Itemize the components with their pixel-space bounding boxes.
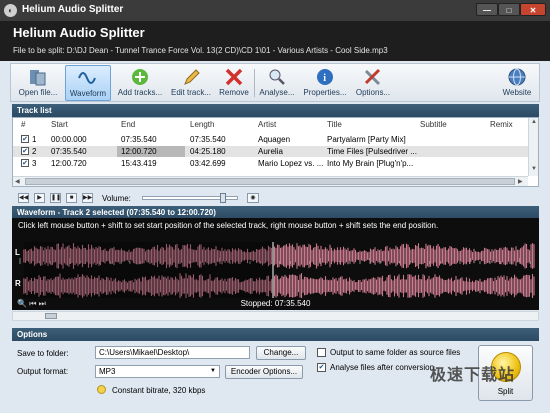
title-bar: ◐ Helium Audio Splitter — □ ✕: [0, 0, 550, 21]
waveform-graph[interactable]: [12, 242, 539, 298]
toolbar: Open file... Waveform Add tracks... Edit…: [10, 63, 540, 102]
unselected-region: [24, 242, 273, 298]
waveform-scrollbar[interactable]: [12, 311, 539, 321]
app-title: Helium Audio Splitter: [13, 25, 145, 40]
website-button[interactable]: Website: [499, 65, 535, 101]
row-checkbox[interactable]: ✔: [21, 147, 29, 155]
file-path: File to be split: D:\DJ Dean - Tunnel Tr…: [13, 46, 388, 55]
watermark-logo: 极速下载站: [430, 365, 516, 384]
player-controls: ◀◀ ▶ ❚❚ ■ ▶▶ Volume: ◉: [12, 191, 539, 205]
edit-track-button[interactable]: Edit track...: [168, 65, 214, 101]
stop-button[interactable]: ■: [66, 193, 77, 203]
window-title: Helium Audio Splitter: [22, 4, 124, 15]
column-header[interactable]: Subtitle: [420, 120, 447, 129]
output-format-select[interactable]: MP3 ▼: [95, 365, 220, 378]
column-header[interactable]: Start: [51, 120, 68, 129]
scroll-up-icon[interactable]: ▲: [531, 119, 537, 125]
remove-button[interactable]: Remove: [217, 65, 251, 101]
scroll-right-icon[interactable]: ▶: [518, 178, 523, 185]
waveform-view[interactable]: Click left mouse button + shift to set s…: [12, 218, 539, 310]
volume-label: Volume:: [102, 194, 131, 203]
scroll-left-icon[interactable]: ◀: [15, 178, 20, 185]
chevron-down-icon[interactable]: ▼: [210, 366, 216, 377]
column-header[interactable]: Artist: [258, 120, 276, 129]
column-header[interactable]: Remix: [490, 120, 513, 129]
toolbar-separator: [254, 69, 255, 97]
pencil-icon: [180, 67, 202, 87]
volume-slider-thumb[interactable]: [220, 193, 227, 203]
same-folder-label[interactable]: Output to same folder as source files: [330, 348, 460, 357]
analyse-button[interactable]: Analyse...: [257, 65, 297, 101]
waveform-hint: Click left mouse button + shift to set s…: [18, 221, 439, 230]
info-icon: i: [314, 67, 336, 87]
play-button[interactable]: ▶: [34, 193, 45, 203]
remove-icon: [223, 67, 245, 87]
tracklist-vertical-scrollbar[interactable]: ▲ ▼: [528, 118, 538, 176]
open-file-icon: [27, 67, 49, 87]
app-window: ◐ Helium Audio Splitter — □ ✕ Helium Aud…: [0, 0, 550, 413]
app-header: Helium Audio Splitter File to be split: …: [0, 21, 550, 61]
tools-icon: [362, 67, 384, 87]
save-folder-input[interactable]: C:\Users\Mikael\Desktop\: [95, 346, 250, 359]
tracklist-horizontal-scrollbar[interactable]: ◀ ▶: [13, 176, 528, 186]
save-folder-label: Save to folder:: [17, 349, 69, 358]
playback-status: Stopped: 07:35.540: [240, 299, 311, 308]
same-folder-checkbox[interactable]: [317, 348, 326, 357]
open-file-button[interactable]: Open file...: [15, 65, 61, 101]
close-button[interactable]: ✕: [520, 3, 546, 16]
minimize-button[interactable]: —: [476, 3, 498, 16]
bitrate-info: Constant bitrate, 320 kbps: [112, 386, 206, 395]
output-format-label: Output format:: [17, 367, 69, 376]
table-row-selected[interactable]: ✔ 2 07:35.540 12:00.720 04:25.180 Aureli…: [13, 146, 528, 157]
globe-icon: [506, 67, 528, 87]
encoder-options-button[interactable]: Encoder Options...: [225, 365, 303, 379]
column-header[interactable]: Length: [190, 120, 214, 129]
waveform-icon: [77, 68, 99, 88]
table-row[interactable]: ✔ 3 12:00.720 15:43.419 03:42.699 Mario …: [13, 158, 528, 169]
magnifier-icon: [266, 67, 288, 87]
svg-text:i: i: [323, 73, 326, 84]
add-icon: [129, 67, 151, 87]
track-list[interactable]: # Start End Length Artist Title Subtitle…: [12, 117, 539, 187]
options-header: Options: [12, 328, 539, 341]
forward-button[interactable]: ▶▶: [82, 193, 93, 203]
pause-button[interactable]: ❚❚: [50, 193, 61, 203]
column-header[interactable]: Title: [327, 120, 342, 129]
change-folder-button[interactable]: Change...: [256, 346, 306, 360]
waveform-scroll-thumb[interactable]: [45, 313, 57, 319]
end-cell-editing[interactable]: 12:00.720: [117, 146, 185, 157]
options-button[interactable]: Options...: [352, 65, 394, 101]
row-checkbox[interactable]: ✔: [21, 159, 29, 167]
analyse-checkbox[interactable]: ✔: [317, 363, 326, 372]
properties-button[interactable]: i Properties...: [302, 65, 348, 101]
lightbulb-icon: [97, 385, 106, 394]
app-icon: ◐: [4, 4, 17, 17]
column-header[interactable]: End: [121, 120, 135, 129]
maximize-button[interactable]: □: [498, 3, 520, 16]
column-header[interactable]: #: [21, 120, 25, 129]
add-tracks-button[interactable]: Add tracks...: [116, 65, 164, 101]
waveform-button[interactable]: Waveform: [65, 65, 111, 101]
row-checkbox[interactable]: ✔: [21, 135, 29, 143]
scroll-down-icon[interactable]: ▼: [531, 166, 537, 172]
volume-slider[interactable]: [142, 193, 238, 203]
rewind-button[interactable]: ◀◀: [18, 193, 29, 203]
waveform-timeline: [18, 234, 531, 264]
tracklist-header: Track list: [12, 104, 539, 117]
scroll-thumb[interactable]: [25, 178, 515, 185]
analyse-label[interactable]: Analyse files after conversion: [330, 363, 434, 372]
table-row[interactable]: ✔ 1 00:00.000 07:35.540 07:35.540 Aquage…: [13, 134, 528, 145]
speaker-icon[interactable]: ◉: [247, 193, 259, 203]
